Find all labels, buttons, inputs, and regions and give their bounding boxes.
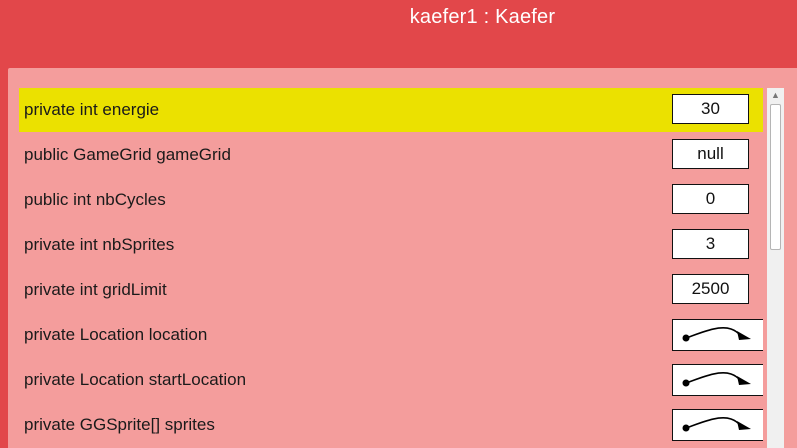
field-row-nbsprites[interactable]: private int nbSprites 3 <box>19 223 763 267</box>
field-row-gridlimit[interactable]: private int gridLimit 2500 <box>19 268 763 312</box>
object-reference-arrow-icon <box>682 327 751 342</box>
object-reference-button[interactable] <box>672 364 763 396</box>
field-label: private GGSprite[] sprites <box>24 415 215 434</box>
field-label: private int gridLimit <box>24 280 167 299</box>
field-row-sprites[interactable]: private GGSprite[] sprites <box>19 403 763 447</box>
field-value[interactable]: 0 <box>672 184 749 214</box>
field-row-startlocation[interactable]: private Location startLocation <box>19 358 763 402</box>
object-reference-arrow-icon <box>682 417 751 432</box>
field-value[interactable]: 3 <box>672 229 749 259</box>
field-label: private Location startLocation <box>24 370 247 389</box>
field-row-energie[interactable]: private int energie 30 <box>19 88 763 132</box>
field-label: public GameGrid gameGrid <box>24 145 231 164</box>
inspector-window: kaefer1 : Kaefer private int energie 30 … <box>0 0 797 448</box>
window-title: kaefer1 : Kaefer <box>409 6 556 28</box>
scroll-up-arrow-icon[interactable]: ▲ <box>767 88 784 102</box>
field-value[interactable]: 30 <box>672 94 749 124</box>
object-reference-button[interactable] <box>672 409 763 441</box>
object-reference-button[interactable] <box>672 319 763 351</box>
field-row-gamegrid[interactable]: public GameGrid gameGrid null <box>19 133 763 177</box>
field-label: private int energie <box>24 100 160 119</box>
field-label: public int nbCycles <box>24 190 166 209</box>
scroll-thumb[interactable] <box>770 104 781 250</box>
field-label: private int nbSprites <box>24 235 175 254</box>
field-label: private Location location <box>24 325 208 344</box>
field-row-nbcycles[interactable]: public int nbCycles 0 <box>19 178 763 222</box>
field-value[interactable]: 2500 <box>672 274 749 304</box>
vertical-scrollbar[interactable]: ▲ <box>767 88 784 448</box>
object-reference-arrow-icon <box>682 372 751 387</box>
field-row-location[interactable]: private Location location <box>19 313 763 357</box>
field-value[interactable]: null <box>672 139 749 169</box>
